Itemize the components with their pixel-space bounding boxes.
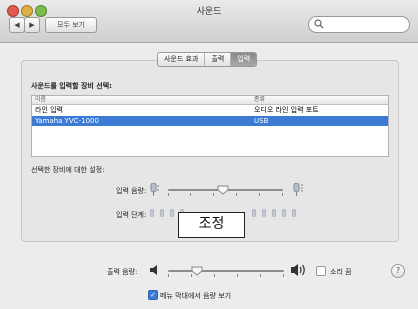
tab-sound-effects[interactable]: 사운드 효과 <box>158 53 206 66</box>
device-name: Yamaha YVC-1000 <box>35 117 99 125</box>
show-all-button[interactable]: 모두 보기 <box>45 17 97 33</box>
device-type: 오디오 라인 입력 포트 <box>254 106 319 114</box>
speaker-low-icon <box>150 265 157 275</box>
device-name: 라인 입력 <box>35 106 63 114</box>
microphone-high-icon <box>293 183 303 196</box>
table-row[interactable]: 라인 입력 오디오 라인 입력 포트 <box>32 105 388 115</box>
show-volume-in-menu-bar-label: 메뉴 막대에서 음량 보기 <box>160 292 232 300</box>
title-bar: 사운드 ◀ ▶ 모두 보기 <box>0 0 418 43</box>
mute-checkbox[interactable] <box>316 266 326 276</box>
column-header-type[interactable]: 종류 <box>254 96 265 104</box>
mute-label: 소리 끔 <box>330 268 352 276</box>
device-select-heading: 사운드를 입력할 장비 선택: <box>31 82 112 90</box>
help-button[interactable]: ? <box>391 264 405 278</box>
output-volume-label: 출력 음량: <box>107 268 138 276</box>
search-field[interactable] <box>308 16 410 33</box>
tab-output[interactable]: 출력 <box>205 53 232 66</box>
tab-bar: 사운드 효과 출력 입력 <box>157 52 258 67</box>
back-button[interactable]: ◀ <box>9 17 25 33</box>
show-volume-in-menu-bar-checkbox[interactable]: ✓ <box>148 290 158 300</box>
adjust-callout: 조정 <box>178 212 245 238</box>
input-volume-slider-thumb[interactable] <box>217 185 229 195</box>
search-icon <box>314 19 324 29</box>
sound-preferences-window: 사운드 ◀ ▶ 모두 보기 사운드 효과 출력 입력 사운드를 입력할 장비 선… <box>0 0 418 309</box>
device-table: 이름 종류 라인 입력 오디오 라인 입력 포트 Yamaha YVC-1000… <box>31 95 389 157</box>
column-header-name[interactable]: 이름 <box>35 96 46 104</box>
input-volume-label: 입력 음량: <box>116 187 147 195</box>
input-level-label: 입력 단계: <box>116 211 147 219</box>
speaker-high-icon <box>291 264 305 276</box>
output-volume-slider-track[interactable] <box>168 270 284 272</box>
device-type: USB <box>254 117 269 125</box>
device-settings-heading: 선택한 장비에 대한 설정: <box>31 166 105 174</box>
output-volume-slider-thumb[interactable] <box>191 266 203 276</box>
forward-button[interactable]: ▶ <box>24 17 40 33</box>
microphone-low-icon <box>150 183 159 196</box>
table-row-selected[interactable]: Yamaha YVC-1000 USB <box>32 116 388 126</box>
tab-input[interactable]: 입력 <box>231 53 257 66</box>
table-header: 이름 종류 <box>32 96 388 105</box>
